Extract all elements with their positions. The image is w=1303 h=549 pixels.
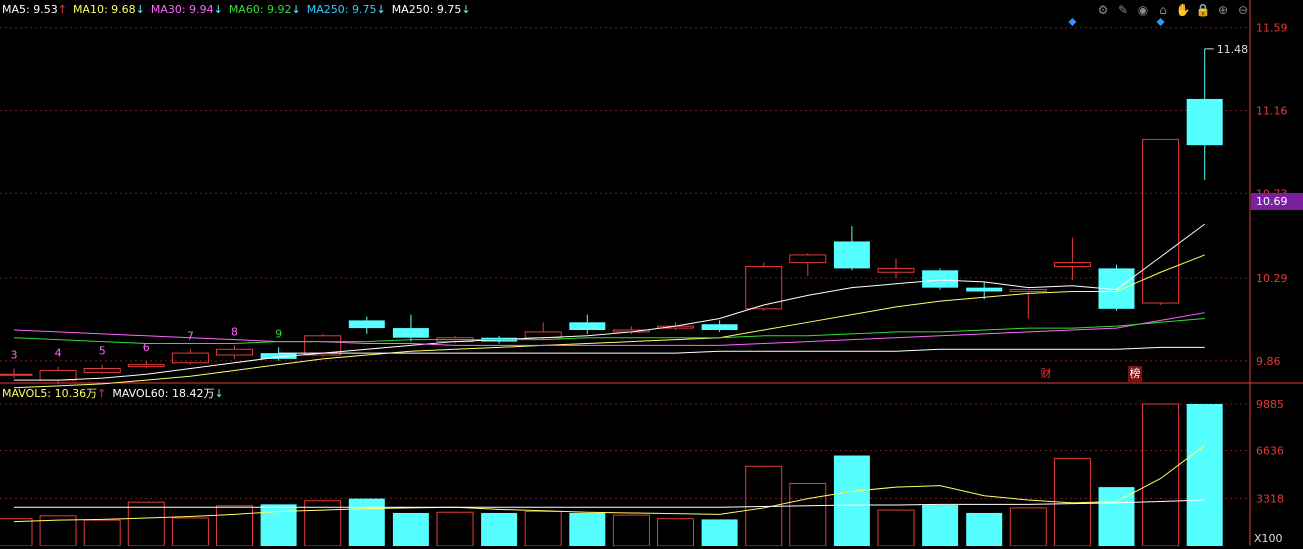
volume-bar [966, 512, 1003, 546]
volume-bar [481, 512, 518, 546]
volume-legend-arrow: ↑ [97, 387, 107, 400]
td-count-label: 5 [99, 345, 106, 358]
event-diamond-icon [1156, 18, 1165, 26]
candle-body [833, 241, 870, 269]
price-legend-item: MA5: 9.53↑ [2, 3, 67, 16]
volume-bar [260, 504, 297, 546]
volume-ma-legend: MAVOL5: 10.36万↑ MAVOL60: 18.42万↓ [2, 387, 230, 401]
price-legend-arrow: ↓ [291, 3, 301, 16]
candle-body [789, 254, 827, 264]
price-legend-item: MA10: 9.68↓ [72, 3, 145, 16]
td-count-label: 6 [143, 341, 150, 354]
price-legend-arrow: ↓ [376, 3, 386, 16]
volume-bar [436, 511, 474, 547]
volume-bar [1186, 404, 1223, 546]
volume-ma-line-mavol60 [14, 499, 1205, 508]
volume-legend-arrow: ↓ [214, 387, 224, 400]
candle-body [127, 364, 165, 368]
price-legend-item: MA250: 9.75↓ [306, 3, 386, 16]
volume-bar [789, 483, 827, 547]
td-count-label: 7 [187, 329, 194, 342]
ma-line-ma5 [14, 223, 1205, 381]
candle-body [1009, 289, 1047, 292]
price-tick-label: 11.59 [1256, 22, 1288, 35]
chart-toolbar: ⚙ ✎ ◉ ⌂ ✋ 🔒 ⊕ ⊖ [1095, 2, 1251, 18]
td-count-label: 9 [275, 327, 282, 340]
zoom-in-icon[interactable]: ⊕ [1215, 2, 1231, 18]
price-legend-item: MA60: 9.92↓ [228, 3, 301, 16]
volume-bar [922, 505, 959, 546]
price-tick-label: 9.86 [1256, 355, 1281, 368]
settings-icon[interactable]: ⚙ [1095, 2, 1111, 18]
shop-icon[interactable]: ⌂ [1155, 2, 1171, 18]
volume-tick-label: 6636 [1256, 445, 1284, 458]
candle-body [1053, 262, 1091, 267]
candle-body [877, 267, 915, 273]
candle-body [39, 369, 77, 381]
price-legend-item: MA30: 9.94↓ [150, 3, 223, 16]
volume-bar [348, 498, 385, 546]
price-legend-arrow: ↓ [135, 3, 145, 16]
volume-bar [171, 517, 209, 547]
price-legend-arrow: ↓ [213, 3, 223, 16]
candle-body [348, 320, 385, 329]
candle-body [922, 270, 959, 288]
volume-ma-line-mavol5 [13, 445, 1205, 523]
candle-body [392, 328, 429, 338]
volume-tick-label: 3318 [1256, 492, 1284, 505]
candle-body [83, 368, 121, 373]
volume-bar [524, 511, 562, 547]
td-count-label: 4 [55, 347, 62, 360]
ma-line-ma250 [278, 346, 1205, 354]
volume-bar [833, 455, 870, 546]
volume-bar [1142, 403, 1180, 547]
volume-bar [1009, 507, 1047, 547]
volume-legend-item: MAVOL5: 10.36万↑ [2, 387, 107, 400]
price-ma-legend: MA5: 9.53↑ MA10: 9.68↓ MA30: 9.94↓ MA60: 9.… [2, 3, 477, 17]
volume-unit-label: X100 [1254, 532, 1283, 545]
price-tick-label: 10.29 [1256, 272, 1288, 285]
event-diamond-icon [1068, 18, 1077, 26]
volume-bar [612, 514, 650, 547]
stock-chart-stage: 11.5911.1610.7310.299.8610.6998856636331… [0, 0, 1303, 547]
candle-body [0, 373, 33, 376]
volume-bar [1098, 487, 1135, 546]
price-tick-label: 11.16 [1256, 105, 1288, 118]
volume-bar [0, 518, 33, 547]
chart-svg[interactable]: 11.5911.1610.7310.299.8610.6998856636331… [0, 0, 1303, 547]
eye-icon[interactable]: ◉ [1135, 2, 1151, 18]
hand-icon[interactable]: ✋ [1175, 2, 1191, 18]
candle-body [1186, 98, 1223, 146]
price-legend-item: MA250: 9.75↓ [391, 3, 471, 16]
candle-body [966, 287, 1003, 292]
candle-body [701, 324, 738, 331]
zoom-out-icon[interactable]: ⊖ [1235, 2, 1251, 18]
price-legend-arrow: ↓ [461, 3, 471, 16]
price-legend-arrow: ↑ [57, 3, 67, 16]
td-count-label: 8 [231, 325, 238, 338]
volume-bar [83, 519, 121, 547]
candle-body [569, 322, 606, 331]
volume-bar [657, 518, 694, 547]
volume-bar [701, 519, 738, 546]
volume-bar [569, 512, 606, 546]
td-count-label: 3 [11, 349, 18, 362]
financial-report-marker[interactable]: 财 [1039, 366, 1053, 382]
volume-bar [877, 509, 915, 547]
high-price-label: 11.48 [1217, 43, 1249, 56]
volume-bar [127, 501, 165, 547]
lock-icon[interactable]: 🔒 [1195, 2, 1211, 18]
pen-icon[interactable]: ✎ [1115, 2, 1131, 18]
volume-tick-label: 9885 [1256, 398, 1284, 411]
volume-bar [216, 505, 253, 547]
candle-body [216, 348, 253, 356]
volume-legend-item: MAVOL60: 18.42万↓ [112, 387, 224, 400]
dragon-tiger-list-marker[interactable]: 榜 [1128, 366, 1142, 382]
volume-bar [392, 512, 429, 546]
current-price-label: 10.69 [1256, 195, 1288, 208]
